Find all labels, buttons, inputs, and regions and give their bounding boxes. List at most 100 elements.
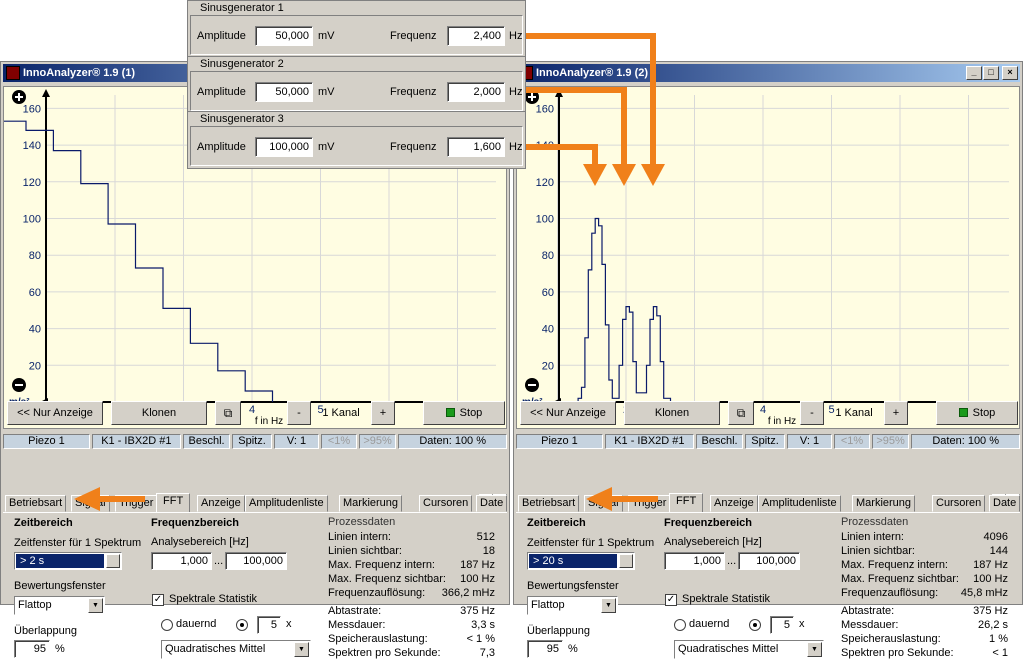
amplitude-unit: mV bbox=[318, 30, 335, 42]
tab-date[interactable]: Date bbox=[989, 495, 1021, 512]
y-zoom-in-icon[interactable] bbox=[12, 90, 26, 104]
klonen-button[interactable]: Klonen bbox=[111, 401, 207, 425]
nur-anzeige-button[interactable]: << Nur Anzeige bbox=[7, 401, 103, 425]
analyse-to-input[interactable]: 100,000 bbox=[225, 552, 287, 570]
kanal-minus-button[interactable]: - bbox=[800, 401, 824, 425]
tab-anzeige[interactable]: Anzeige bbox=[710, 495, 758, 512]
mittelung-select[interactable]: Quadratisches Mittel ▼ bbox=[674, 640, 824, 659]
analyse-from-input[interactable]: 1,000 bbox=[151, 552, 212, 570]
kanal-plus-button[interactable]: + bbox=[371, 401, 395, 425]
mittelung-value: Quadratisches Mittel bbox=[165, 643, 266, 655]
dropdown-arrow-icon[interactable]: ▼ bbox=[601, 598, 616, 613]
zeitfenster-spinner[interactable]: > 20 s bbox=[527, 552, 635, 570]
kanal-plus-button[interactable]: + bbox=[884, 401, 908, 425]
count-input[interactable]: 5 bbox=[257, 616, 281, 634]
dropdown-arrow-icon[interactable]: ▼ bbox=[294, 642, 309, 657]
status-field: >95% bbox=[358, 434, 397, 449]
zeitbereich-heading: Zeitbereich bbox=[527, 517, 586, 529]
frequenz-input[interactable]: 2,400 bbox=[447, 26, 505, 46]
fft-panel: Zeitbereich Zeitfenster für 1 Spektrum >… bbox=[516, 512, 1020, 659]
tab-anzeige[interactable]: Anzeige bbox=[197, 495, 245, 512]
prozessdaten-value: 1 % bbox=[989, 633, 1008, 645]
tab-markierung[interactable]: Markierung bbox=[339, 495, 403, 512]
analyse-to-input[interactable]: 100,000 bbox=[738, 552, 800, 570]
kanal-minus-button[interactable]: - bbox=[287, 401, 311, 425]
tab-date[interactable]: Date bbox=[476, 495, 508, 512]
prozessdaten-label: Messdauer: bbox=[841, 619, 899, 631]
window-titlebar[interactable]: InnoAnalyzer® 1.9 (2) _ □ × bbox=[516, 64, 1020, 82]
x-axis-label: f in Hz bbox=[768, 416, 796, 427]
stop-button[interactable]: Stop bbox=[936, 401, 1018, 425]
y-tick-label: 40 bbox=[29, 324, 41, 336]
prozessdaten-value: < 1 bbox=[992, 647, 1008, 659]
y-zoom-out-icon[interactable] bbox=[525, 378, 539, 392]
bewertungsfenster-value: Flattop bbox=[531, 599, 565, 611]
prozessdaten-label: Max. Frequenz intern: bbox=[328, 559, 435, 571]
amplitude-input[interactable]: 100,000 bbox=[255, 137, 313, 157]
ueberlappung-input[interactable]: 95 bbox=[14, 640, 50, 658]
count-radio[interactable] bbox=[749, 619, 761, 631]
sinusgenerator-2: Sinusgenerator 2 Amplitude 50,000 mV Fre… bbox=[187, 56, 526, 114]
prozessdaten-label: Linien sichtbar: bbox=[841, 545, 915, 557]
tab-amplitudenliste[interactable]: Amplitudenliste bbox=[245, 495, 328, 512]
frequenz-input[interactable]: 1,600 bbox=[447, 137, 505, 157]
status-field: Spitz. bbox=[745, 434, 785, 449]
status-field: Piezo 1 bbox=[3, 434, 90, 449]
frequenz-input[interactable]: 2,000 bbox=[447, 82, 505, 102]
spectrum-plot[interactable]: 204060801001201401601234567m/s²f in Hz bbox=[516, 86, 1020, 429]
zeitfenster-spinner[interactable]: > 2 s bbox=[14, 552, 122, 570]
spinner-arrow-icon[interactable] bbox=[619, 554, 633, 568]
mittelung-select[interactable]: Quadratisches Mittel ▼ bbox=[161, 640, 311, 659]
spectrum-series-line bbox=[526, 217, 672, 403]
y-axis-arrow-icon bbox=[42, 89, 50, 97]
tab-fft[interactable]: FFT bbox=[669, 493, 704, 512]
tab-fft[interactable]: FFT bbox=[156, 493, 191, 512]
tab-trigger[interactable]: Trigger bbox=[628, 495, 671, 512]
tab-amplitudenliste[interactable]: Amplitudenliste bbox=[758, 495, 841, 512]
app-icon bbox=[6, 66, 20, 80]
tab-betriebsart[interactable]: Betriebsart bbox=[5, 495, 67, 512]
bewertungsfenster-select[interactable]: Flattop ▼ bbox=[527, 596, 618, 615]
bewertungsfenster-select[interactable]: Flattop ▼ bbox=[14, 596, 105, 615]
y-zoom-in-icon[interactable] bbox=[525, 90, 539, 104]
stop-label: Stop bbox=[972, 407, 996, 419]
analyse-from-input[interactable]: 1,000 bbox=[664, 552, 725, 570]
tab-signal[interactable]: Signal bbox=[71, 495, 110, 512]
dauernd-radio[interactable] bbox=[161, 619, 173, 631]
amplitude-input[interactable]: 50,000 bbox=[255, 82, 313, 102]
count-input[interactable]: 5 bbox=[770, 616, 794, 634]
copy-button[interactable]: ⧉ bbox=[215, 401, 241, 425]
tab-trigger[interactable]: Trigger bbox=[115, 495, 158, 512]
prozessdaten-value: 4096 bbox=[983, 531, 1008, 543]
spinner-arrow-icon[interactable] bbox=[106, 554, 120, 568]
tab-cursoren[interactable]: Cursoren bbox=[932, 495, 986, 512]
prozessdaten-label: Linien intern: bbox=[841, 531, 904, 543]
count-radio[interactable] bbox=[236, 619, 248, 631]
y-tick-label: 140 bbox=[536, 140, 554, 152]
dropdown-arrow-icon[interactable]: ▼ bbox=[88, 598, 103, 613]
close-button[interactable]: × bbox=[1002, 66, 1018, 80]
tab-markierung[interactable]: Markierung bbox=[852, 495, 916, 512]
ueberlappung-input[interactable]: 95 bbox=[527, 640, 563, 658]
maximize-button[interactable]: □ bbox=[983, 66, 999, 80]
sinusgenerator-1: Sinusgenerator 1 Amplitude 50,000 mV Fre… bbox=[187, 0, 526, 58]
tab-signal[interactable]: Signal bbox=[584, 495, 623, 512]
amplitude-input[interactable]: 50,000 bbox=[255, 26, 313, 46]
tab-betriebsart[interactable]: Betriebsart bbox=[518, 495, 580, 512]
spektrale-statistik-checkbox[interactable]: ✓ bbox=[665, 594, 677, 606]
nur-anzeige-button[interactable]: << Nur Anzeige bbox=[520, 401, 616, 425]
tab-cursoren[interactable]: Cursoren bbox=[419, 495, 473, 512]
y-tick-label: 80 bbox=[29, 250, 41, 262]
spektrale-statistik-checkbox[interactable]: ✓ bbox=[152, 594, 164, 606]
generator-caption: Sinusgenerator 3 bbox=[200, 113, 284, 125]
dropdown-arrow-icon[interactable]: ▼ bbox=[807, 642, 822, 657]
minimize-button[interactable]: _ bbox=[966, 66, 982, 80]
stop-button[interactable]: Stop bbox=[423, 401, 505, 425]
frequenz-unit: Hz bbox=[509, 141, 523, 153]
klonen-button[interactable]: Klonen bbox=[624, 401, 720, 425]
y-tick-label: 60 bbox=[29, 287, 41, 299]
y-zoom-out-icon[interactable] bbox=[12, 378, 26, 392]
prozessdaten-label: Linien sichtbar: bbox=[328, 545, 402, 557]
dauernd-radio[interactable] bbox=[674, 619, 686, 631]
copy-button[interactable]: ⧉ bbox=[728, 401, 754, 425]
